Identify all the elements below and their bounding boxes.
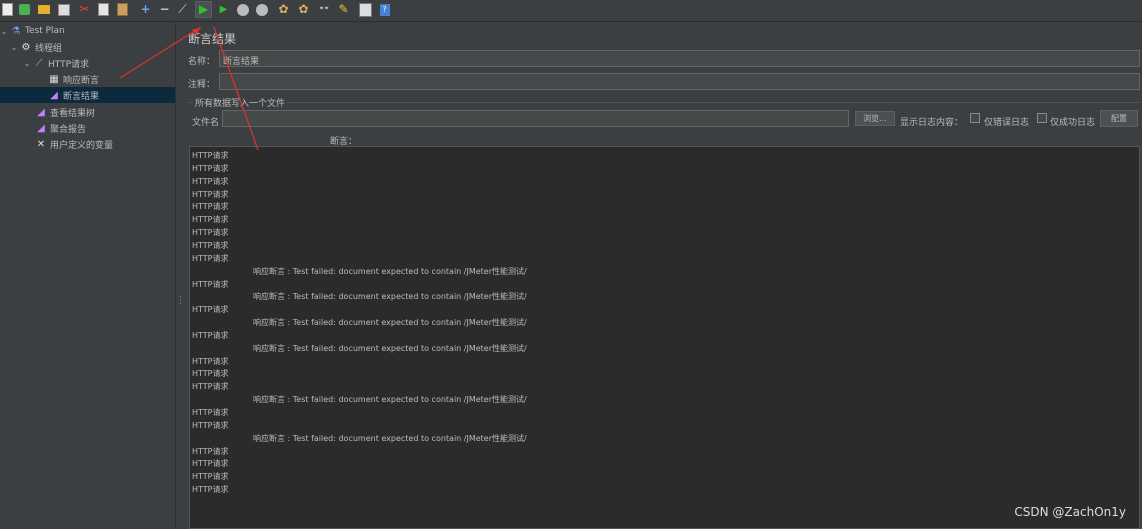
tree-item-label: 响应断言 bbox=[63, 75, 100, 86]
tree-item-label: HTTP请求 bbox=[48, 59, 90, 70]
save-icon[interactable] bbox=[56, 2, 71, 17]
tree-item-view-results-tree[interactable]: ◢ 查看结果树 bbox=[35, 104, 95, 120]
chevron-down-icon[interactable]: ⌄ bbox=[23, 59, 31, 68]
sample-row[interactable]: HTTP请求 bbox=[192, 381, 228, 392]
assertion-icon: ▦ bbox=[49, 73, 59, 85]
remote-stop-icon[interactable]: ✿ bbox=[296, 2, 311, 17]
templates-icon[interactable] bbox=[17, 2, 32, 17]
name-field[interactable]: 断言结果 bbox=[219, 50, 1140, 67]
clear-all-icon[interactable]: ✎ bbox=[336, 2, 351, 17]
chart-icon: ◢ bbox=[37, 122, 45, 134]
watermark: CSDN @ZachOn1y bbox=[1014, 505, 1126, 519]
tree-item-assertion-results[interactable]: ◢ 断言结果 bbox=[0, 87, 175, 103]
chevron-down-icon[interactable]: ⌄ bbox=[0, 27, 8, 36]
sample-row[interactable]: HTTP请求 bbox=[192, 150, 228, 161]
sample-row[interactable]: HTTP请求 bbox=[192, 240, 228, 251]
tree-item-aggregate-report[interactable]: ◢ 聚合报告 bbox=[35, 120, 86, 136]
remote-start-icon[interactable]: ✿ bbox=[276, 2, 291, 17]
cut-icon[interactable]: ✂ bbox=[77, 2, 92, 17]
tools-icon: ✕ bbox=[36, 138, 46, 150]
sample-row[interactable]: HTTP请求 bbox=[192, 420, 228, 431]
sample-row[interactable]: HTTP请求 bbox=[192, 446, 228, 457]
tree-item-label: 查看结果树 bbox=[50, 108, 96, 119]
errors-only-label: 仅错误日志 bbox=[984, 118, 1030, 128]
assertion-failure-message: 响应断言 : Test failed: document expected to… bbox=[253, 395, 527, 405]
assertion-failure-message: 响应断言 : Test failed: document expected to… bbox=[253, 343, 527, 353]
tree-item-label: 线程组 bbox=[35, 43, 63, 54]
paste-icon[interactable] bbox=[115, 2, 130, 17]
sample-row[interactable]: HTTP请求 bbox=[192, 253, 228, 264]
sample-row[interactable]: HTTP请求 bbox=[192, 227, 228, 238]
clear-icon[interactable]: 👓 bbox=[317, 2, 332, 17]
chart-icon: ◢ bbox=[50, 89, 58, 101]
assertion-results-panel: 断言结果 名称： 断言结果 注释： 所有数据写入一个文件 文件名 浏览... 显… bbox=[182, 22, 1142, 529]
assertion-failure-message: 响应断言 : Test failed: document expected to… bbox=[253, 318, 527, 328]
gear-icon: ⚙ bbox=[21, 41, 31, 53]
stop-icon[interactable] bbox=[235, 2, 250, 17]
sample-row[interactable]: HTTP请求 bbox=[192, 189, 228, 200]
toggle-icon[interactable]: ⟋ bbox=[175, 2, 190, 17]
chevron-down-icon[interactable]: ⌄ bbox=[10, 43, 18, 52]
tree-item-label: 用户定义的变量 bbox=[50, 140, 114, 151]
collapse-icon[interactable]: − bbox=[157, 2, 172, 17]
sample-row[interactable]: HTTP请求 bbox=[192, 368, 228, 379]
filename-label: 文件名 bbox=[192, 118, 220, 128]
tree-item-response-assertion[interactable]: ▦ 响应断言 bbox=[48, 71, 99, 87]
name-label: 名称： bbox=[188, 57, 216, 67]
sample-row[interactable]: HTTP请求 bbox=[192, 458, 228, 469]
chart-icon: ◢ bbox=[37, 106, 45, 118]
tree-item-http-request[interactable]: ⌄ ⟋ HTTP请求 bbox=[23, 55, 89, 71]
function-helper-icon[interactable] bbox=[358, 2, 373, 17]
tree-item-user-defined-variables[interactable]: ✕ 用户定义的变量 bbox=[35, 136, 113, 152]
sample-row[interactable]: HTTP请求 bbox=[192, 330, 228, 341]
assertion-failure-message: 响应断言 : Test failed: document expected to… bbox=[253, 292, 527, 302]
page-title: 断言结果 bbox=[188, 32, 237, 46]
tree-item-thread-group[interactable]: ⌄ ⚙ 线程组 bbox=[10, 39, 62, 55]
tree-item-label: 聚合报告 bbox=[50, 124, 87, 135]
toolbar: ✂ + − ⟋ ▶ ▶ ✿ ✿ 👓 ✎ ? bbox=[0, 0, 1142, 22]
sample-row[interactable]: HTTP请求 bbox=[192, 279, 228, 290]
success-only-checkbox[interactable] bbox=[1037, 113, 1047, 123]
expand-icon[interactable]: + bbox=[138, 2, 153, 17]
comment-field[interactable] bbox=[219, 73, 1140, 90]
splitter[interactable] bbox=[175, 22, 181, 529]
sample-row[interactable]: HTTP请求 bbox=[192, 471, 228, 482]
results-tree[interactable]: HTTP请求 HTTP请求 HTTP请求 HTTP请求 HTTP请求 HTTP请求 HTTP… bbox=[189, 146, 1140, 529]
filename-field[interactable] bbox=[222, 110, 849, 127]
browse-button[interactable]: 浏览... bbox=[855, 111, 895, 126]
copy-icon[interactable] bbox=[96, 2, 111, 17]
assertion-failure-message: 响应断言 : Test failed: document expected to… bbox=[253, 433, 527, 443]
tree-item-label: Test Plan bbox=[25, 26, 65, 36]
new-icon[interactable] bbox=[0, 2, 15, 17]
sample-row[interactable]: HTTP请求 bbox=[192, 407, 228, 418]
start-no-pause-icon[interactable]: ▶ bbox=[216, 2, 231, 17]
tree-item-label: 断言结果 bbox=[63, 91, 100, 102]
sample-row[interactable]: HTTP请求 bbox=[192, 356, 228, 367]
tree-item-test-plan[interactable]: ⌄ ⚗ Test Plan bbox=[0, 23, 65, 39]
sample-row[interactable]: HTTP请求 bbox=[192, 201, 228, 212]
test-plan-tree: ⌄ ⚗ Test Plan ⌄ ⚙ 线程组 ⌄ ⟋ HTTP请求 ▦ 响应断言 … bbox=[0, 22, 175, 529]
success-only-label: 仅成功日志 bbox=[1050, 118, 1096, 128]
open-icon[interactable] bbox=[36, 2, 51, 17]
sample-row[interactable]: HTTP请求 bbox=[192, 163, 228, 174]
configure-button[interactable]: 配置 bbox=[1100, 110, 1138, 127]
sample-row[interactable]: HTTP请求 bbox=[192, 176, 228, 187]
shutdown-icon[interactable] bbox=[254, 2, 269, 17]
log-content-label: 显示日志内容： bbox=[900, 118, 964, 128]
flask-icon: ⚗ bbox=[11, 25, 21, 37]
assertion-failure-message: 响应断言 : Test failed: document expected to… bbox=[253, 266, 527, 276]
start-icon[interactable]: ▶ bbox=[195, 1, 212, 18]
comment-label: 注释： bbox=[188, 80, 216, 90]
errors-only-checkbox[interactable] bbox=[970, 113, 980, 123]
sample-row[interactable]: HTTP请求 bbox=[192, 484, 228, 495]
help-icon[interactable]: ? bbox=[377, 2, 392, 17]
sample-row[interactable]: HTTP请求 bbox=[192, 214, 228, 225]
group-title: 所有数据写入一个文件 bbox=[193, 96, 288, 109]
sample-row[interactable]: HTTP请求 bbox=[192, 304, 228, 315]
pipette-icon: ⟋ bbox=[35, 57, 43, 69]
